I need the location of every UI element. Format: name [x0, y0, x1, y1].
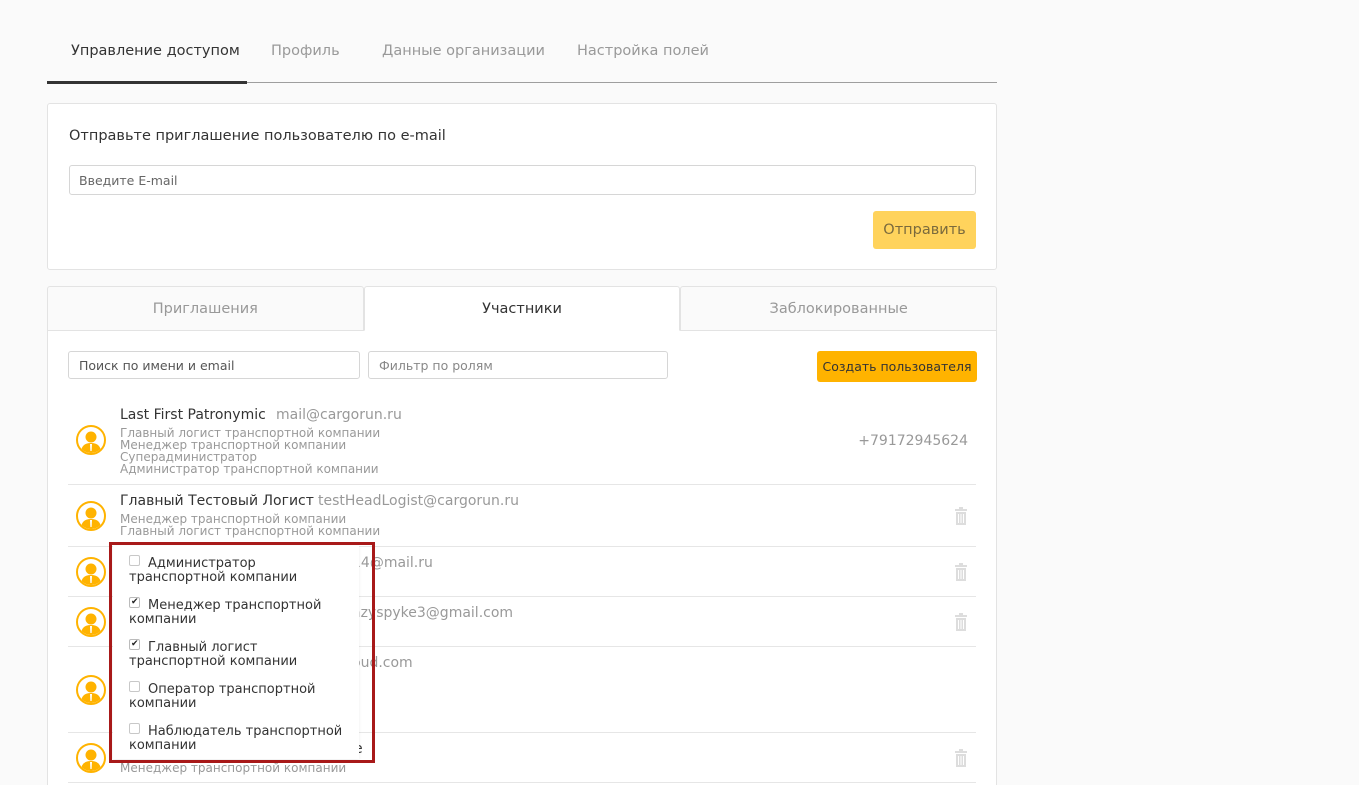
member-email: testHeadLogist@cargorun.ru	[318, 493, 519, 509]
highlight-frame	[109, 542, 375, 763]
top-tabs: Управление доступом Профиль Данные орган…	[47, 30, 997, 84]
member-roles: Менеджер транспортной компании	[120, 761, 347, 775]
avatar	[76, 557, 106, 587]
search-input[interactable]	[68, 351, 360, 379]
avatar	[76, 501, 106, 531]
role-filter-input[interactable]	[368, 351, 668, 379]
tab-invitations[interactable]: Приглашения	[47, 286, 364, 331]
avatar	[76, 675, 106, 705]
tab-members[interactable]: Участники	[363, 286, 681, 331]
trash-icon[interactable]	[954, 563, 968, 581]
user-icon	[81, 613, 101, 635]
member-email: azyspyke3@gmail.com	[352, 605, 514, 621]
tab-blocked[interactable]: Заблокированные	[680, 286, 998, 331]
user-icon	[81, 507, 101, 529]
trash-icon[interactable]	[954, 613, 968, 631]
user-icon	[81, 681, 101, 703]
avatar	[76, 743, 106, 773]
send-button[interactable]: Отправить	[873, 211, 976, 249]
member-roles: Главный логист транспортной компании Мен…	[120, 426, 381, 476]
avatar	[76, 607, 106, 637]
user-icon	[81, 563, 101, 585]
member-name: Главный Тестовый Логист	[120, 493, 314, 509]
member-row[interactable]: Главный Тестовый Логист testHeadLogist@c…	[68, 485, 976, 547]
member-row[interactable]: Last First Patronymic mail@cargorun.ru Г…	[68, 399, 976, 485]
user-icon	[81, 749, 101, 771]
email-input[interactable]	[69, 165, 976, 195]
invite-title: Отправьте приглашение пользователю по e-…	[69, 128, 446, 144]
tab-organization-data[interactable]: Данные организации	[382, 43, 545, 59]
create-user-button[interactable]: Создать пользователя	[817, 351, 977, 382]
active-tab-underline	[47, 81, 247, 84]
member-name: Last First Patronymic	[120, 407, 266, 423]
avatar	[76, 425, 106, 455]
member-phone: +79172945624	[858, 433, 968, 449]
member-email: mail@cargorun.ru	[276, 407, 402, 423]
trash-icon[interactable]	[954, 507, 968, 525]
invite-card: Отправьте приглашение пользователю по e-…	[47, 103, 997, 270]
trash-icon[interactable]	[954, 749, 968, 767]
sub-tabs: Приглашения Участники Заблокированные	[47, 286, 998, 331]
tab-profile[interactable]: Профиль	[271, 43, 340, 59]
member-roles: Менеджер транспортной компании Главный л…	[120, 512, 381, 538]
tab-field-settings[interactable]: Настройка полей	[577, 43, 709, 59]
tab-access-management[interactable]: Управление доступом	[71, 43, 240, 59]
user-icon	[81, 431, 101, 453]
